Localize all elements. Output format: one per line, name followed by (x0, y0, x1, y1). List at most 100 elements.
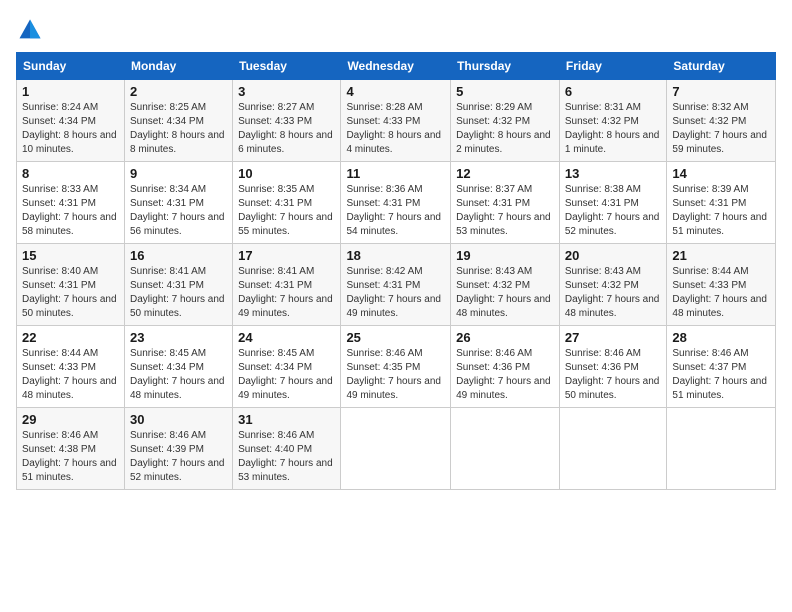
sunrise: Sunrise: 8:40 AM (22, 266, 98, 277)
calendar-cell: 3 Sunrise: 8:27 AM Sunset: 4:33 PM Dayli… (233, 80, 341, 162)
calendar-cell (559, 408, 667, 490)
day-number: 30 (130, 412, 227, 427)
calendar-cell: 29 Sunrise: 8:46 AM Sunset: 4:38 PM Dayl… (17, 408, 125, 490)
calendar-cell: 9 Sunrise: 8:34 AM Sunset: 4:31 PM Dayli… (124, 162, 232, 244)
header-day-wednesday: Wednesday (341, 53, 451, 80)
sunrise: Sunrise: 8:35 AM (238, 184, 314, 195)
sunset: Sunset: 4:31 PM (456, 198, 530, 209)
day-info: Sunrise: 8:43 AM Sunset: 4:32 PM Dayligh… (565, 265, 662, 321)
daylight: Daylight: 8 hours and 4 minutes. (346, 130, 441, 155)
day-number: 4 (346, 84, 445, 99)
sunset: Sunset: 4:31 PM (238, 280, 312, 291)
sunrise: Sunrise: 8:46 AM (238, 430, 314, 441)
day-number: 23 (130, 330, 227, 345)
daylight: Daylight: 7 hours and 48 minutes. (130, 376, 225, 401)
day-number: 2 (130, 84, 227, 99)
calendar-cell: 25 Sunrise: 8:46 AM Sunset: 4:35 PM Dayl… (341, 326, 451, 408)
calendar-cell: 23 Sunrise: 8:45 AM Sunset: 4:34 PM Dayl… (124, 326, 232, 408)
daylight: Daylight: 7 hours and 48 minutes. (456, 294, 551, 319)
daylight: Daylight: 7 hours and 53 minutes. (238, 458, 333, 483)
sunset: Sunset: 4:34 PM (130, 116, 204, 127)
sunset: Sunset: 4:31 PM (130, 198, 204, 209)
sunrise: Sunrise: 8:46 AM (565, 348, 641, 359)
calendar-cell: 16 Sunrise: 8:41 AM Sunset: 4:31 PM Dayl… (124, 244, 232, 326)
calendar-cell: 10 Sunrise: 8:35 AM Sunset: 4:31 PM Dayl… (233, 162, 341, 244)
calendar-cell: 22 Sunrise: 8:44 AM Sunset: 4:33 PM Dayl… (17, 326, 125, 408)
day-number: 6 (565, 84, 662, 99)
day-info: Sunrise: 8:34 AM Sunset: 4:31 PM Dayligh… (130, 183, 227, 239)
sunrise: Sunrise: 8:31 AM (565, 102, 641, 113)
calendar-cell: 26 Sunrise: 8:46 AM Sunset: 4:36 PM Dayl… (451, 326, 560, 408)
page-header (16, 16, 776, 44)
sunrise: Sunrise: 8:33 AM (22, 184, 98, 195)
day-info: Sunrise: 8:38 AM Sunset: 4:31 PM Dayligh… (565, 183, 662, 239)
daylight: Daylight: 7 hours and 48 minutes. (672, 294, 767, 319)
sunrise: Sunrise: 8:44 AM (672, 266, 748, 277)
daylight: Daylight: 7 hours and 49 minutes. (238, 294, 333, 319)
day-info: Sunrise: 8:45 AM Sunset: 4:34 PM Dayligh… (130, 347, 227, 403)
day-info: Sunrise: 8:46 AM Sunset: 4:39 PM Dayligh… (130, 429, 227, 485)
sunrise: Sunrise: 8:46 AM (456, 348, 532, 359)
daylight: Daylight: 7 hours and 58 minutes. (22, 212, 117, 237)
day-number: 31 (238, 412, 335, 427)
day-info: Sunrise: 8:46 AM Sunset: 4:38 PM Dayligh… (22, 429, 119, 485)
sunset: Sunset: 4:33 PM (238, 116, 312, 127)
sunset: Sunset: 4:31 PM (346, 198, 420, 209)
calendar-cell (451, 408, 560, 490)
sunset: Sunset: 4:40 PM (238, 444, 312, 455)
sunrise: Sunrise: 8:29 AM (456, 102, 532, 113)
day-number: 9 (130, 166, 227, 181)
header-day-tuesday: Tuesday (233, 53, 341, 80)
sunset: Sunset: 4:31 PM (238, 198, 312, 209)
sunrise: Sunrise: 8:41 AM (130, 266, 206, 277)
calendar-table: SundayMondayTuesdayWednesdayThursdayFrid… (16, 52, 776, 490)
calendar-cell: 20 Sunrise: 8:43 AM Sunset: 4:32 PM Dayl… (559, 244, 667, 326)
daylight: Daylight: 7 hours and 51 minutes. (672, 376, 767, 401)
day-number: 12 (456, 166, 554, 181)
daylight: Daylight: 7 hours and 48 minutes. (565, 294, 660, 319)
day-info: Sunrise: 8:29 AM Sunset: 4:32 PM Dayligh… (456, 101, 554, 157)
day-number: 14 (672, 166, 770, 181)
daylight: Daylight: 7 hours and 51 minutes. (672, 212, 767, 237)
sunrise: Sunrise: 8:43 AM (456, 266, 532, 277)
calendar-cell: 27 Sunrise: 8:46 AM Sunset: 4:36 PM Dayl… (559, 326, 667, 408)
day-number: 18 (346, 248, 445, 263)
sunset: Sunset: 4:32 PM (456, 116, 530, 127)
sunrise: Sunrise: 8:38 AM (565, 184, 641, 195)
sunset: Sunset: 4:31 PM (22, 280, 96, 291)
sunrise: Sunrise: 8:34 AM (130, 184, 206, 195)
day-number: 10 (238, 166, 335, 181)
calendar-cell: 2 Sunrise: 8:25 AM Sunset: 4:34 PM Dayli… (124, 80, 232, 162)
calendar-cell: 4 Sunrise: 8:28 AM Sunset: 4:33 PM Dayli… (341, 80, 451, 162)
sunset: Sunset: 4:33 PM (672, 280, 746, 291)
day-info: Sunrise: 8:35 AM Sunset: 4:31 PM Dayligh… (238, 183, 335, 239)
calendar-cell: 12 Sunrise: 8:37 AM Sunset: 4:31 PM Dayl… (451, 162, 560, 244)
header-day-monday: Monday (124, 53, 232, 80)
day-info: Sunrise: 8:43 AM Sunset: 4:32 PM Dayligh… (456, 265, 554, 321)
calendar-cell: 14 Sunrise: 8:39 AM Sunset: 4:31 PM Dayl… (667, 162, 776, 244)
daylight: Daylight: 7 hours and 48 minutes. (22, 376, 117, 401)
daylight: Daylight: 8 hours and 2 minutes. (456, 130, 551, 155)
sunrise: Sunrise: 8:39 AM (672, 184, 748, 195)
sunset: Sunset: 4:38 PM (22, 444, 96, 455)
calendar-cell: 13 Sunrise: 8:38 AM Sunset: 4:31 PM Dayl… (559, 162, 667, 244)
sunset: Sunset: 4:33 PM (346, 116, 420, 127)
sunrise: Sunrise: 8:27 AM (238, 102, 314, 113)
calendar-cell: 5 Sunrise: 8:29 AM Sunset: 4:32 PM Dayli… (451, 80, 560, 162)
daylight: Daylight: 7 hours and 53 minutes. (456, 212, 551, 237)
day-number: 15 (22, 248, 119, 263)
daylight: Daylight: 8 hours and 1 minute. (565, 130, 660, 155)
sunrise: Sunrise: 8:45 AM (238, 348, 314, 359)
calendar-header-row: SundayMondayTuesdayWednesdayThursdayFrid… (17, 53, 776, 80)
calendar-cell: 7 Sunrise: 8:32 AM Sunset: 4:32 PM Dayli… (667, 80, 776, 162)
sunset: Sunset: 4:32 PM (672, 116, 746, 127)
calendar-cell: 18 Sunrise: 8:42 AM Sunset: 4:31 PM Dayl… (341, 244, 451, 326)
sunrise: Sunrise: 8:36 AM (346, 184, 422, 195)
calendar-cell: 1 Sunrise: 8:24 AM Sunset: 4:34 PM Dayli… (17, 80, 125, 162)
daylight: Daylight: 7 hours and 54 minutes. (346, 212, 441, 237)
day-number: 5 (456, 84, 554, 99)
day-number: 21 (672, 248, 770, 263)
day-info: Sunrise: 8:44 AM Sunset: 4:33 PM Dayligh… (672, 265, 770, 321)
calendar-cell (341, 408, 451, 490)
sunrise: Sunrise: 8:43 AM (565, 266, 641, 277)
